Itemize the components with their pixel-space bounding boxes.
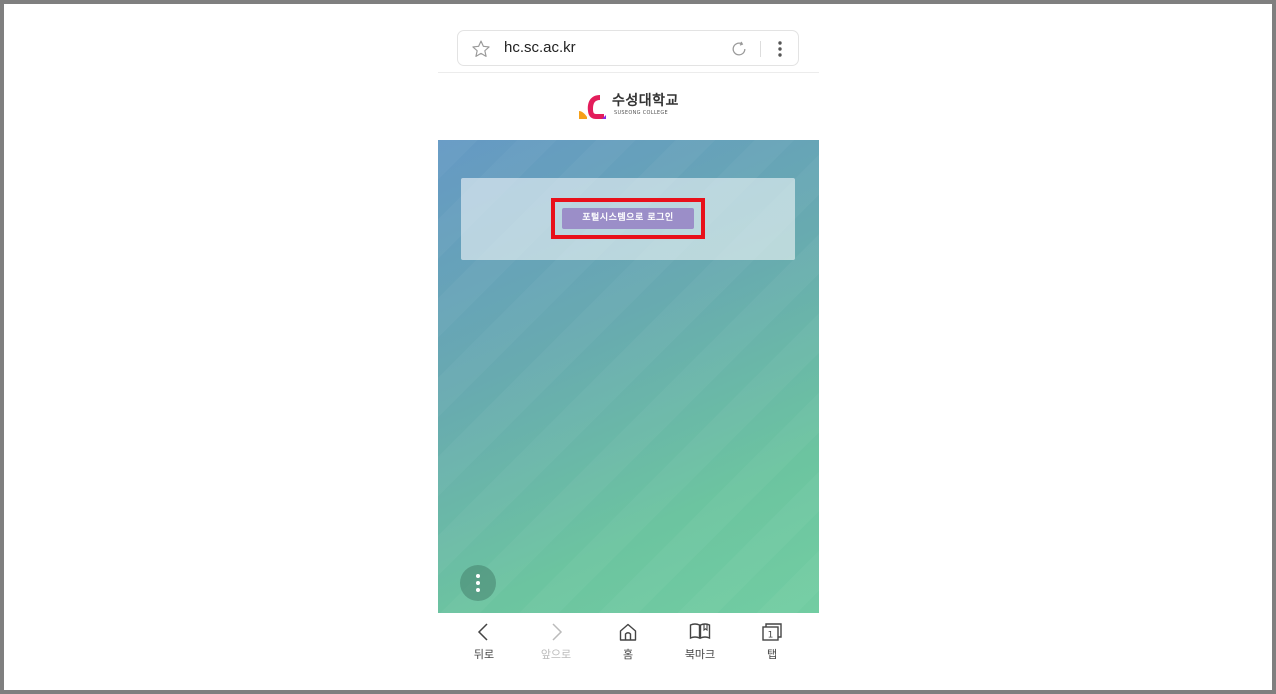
nav-forward[interactable]: 앞으로 — [526, 621, 586, 662]
college-logo-icon[interactable] — [578, 93, 608, 125]
reload-icon[interactable] — [729, 39, 749, 63]
vertical-dots-icon — [476, 574, 480, 592]
portal-login-button[interactable]: 포털시스템으로 로그인 — [562, 208, 694, 229]
nav-tabs-label: 탭 — [766, 648, 778, 661]
floating-menu-button[interactable] — [460, 565, 496, 601]
nav-back[interactable]: 뒤로 — [454, 621, 514, 662]
logo-korean-text: 수성대학교 — [612, 93, 679, 109]
url-text[interactable]: hc.sc.ac.kr — [504, 39, 576, 56]
nav-home[interactable]: 홈 — [598, 621, 658, 662]
login-panel: 포털시스템으로 로그인 — [461, 178, 795, 260]
browser-bottom-nav: 뒤로 앞으로 홈 북마크 1 탭 — [438, 613, 819, 690]
site-header: 수성대학교 SUSEONG COLLEGE — [438, 73, 819, 140]
tab-count: 1 — [768, 631, 774, 641]
login-hero: 포털시스템으로 로그인 — [438, 140, 819, 613]
nav-tabs[interactable]: 1 탭 — [742, 621, 802, 662]
nav-back-label: 뒤로 — [473, 648, 495, 661]
home-icon — [619, 623, 637, 641]
nav-forward-label: 앞으로 — [540, 648, 572, 661]
mobile-browser: hc.sc.ac.kr 수성대학교 SUSEONG COLLEGE 포털시스템으… — [438, 26, 819, 690]
kebab-menu-icon[interactable] — [774, 39, 786, 63]
address-bar[interactable]: hc.sc.ac.kr — [457, 30, 799, 66]
nav-bookmarks-label: 북마크 — [684, 648, 716, 661]
bookmark-book-icon — [689, 623, 711, 640]
address-bar-divider — [760, 41, 761, 57]
logo-english-text: SUSEONG COLLEGE — [614, 110, 668, 116]
login-button-highlight: 포털시스템으로 로그인 — [551, 198, 705, 239]
nav-bookmarks[interactable]: 북마크 — [670, 621, 730, 662]
star-outline-icon[interactable] — [471, 39, 491, 63]
tabs-icon: 1 — [762, 623, 782, 641]
chevron-left-icon — [477, 623, 488, 641]
chevron-right-icon — [552, 623, 563, 641]
nav-home-label: 홈 — [622, 648, 634, 661]
